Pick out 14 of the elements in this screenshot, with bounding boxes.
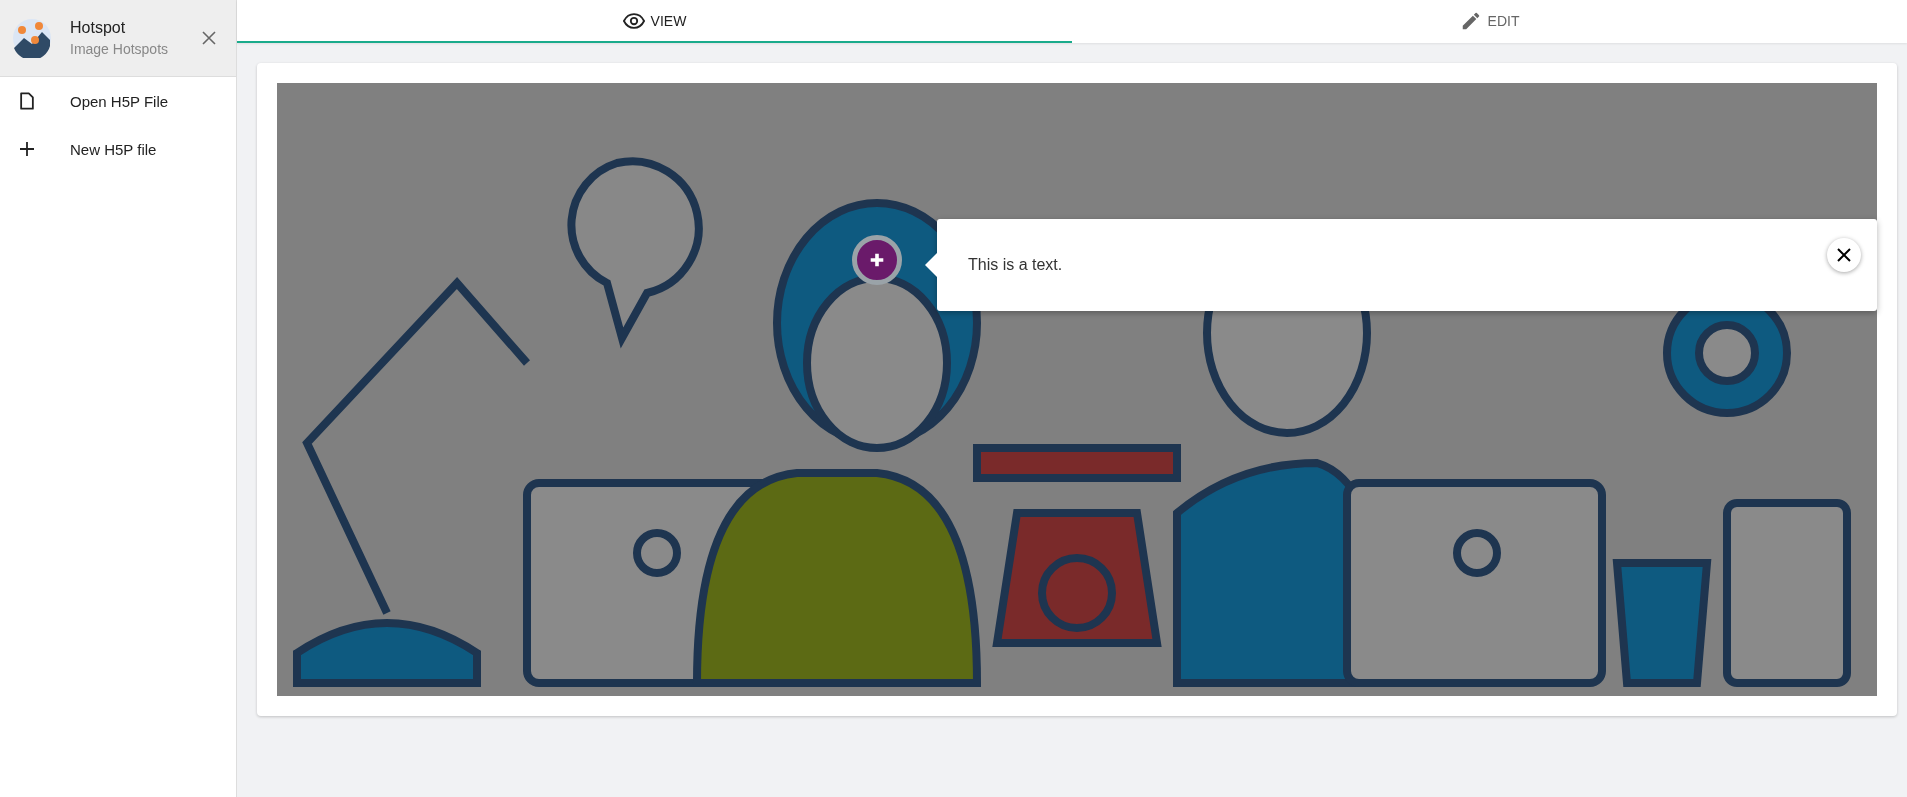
tab[interactable]: EDIT (1072, 0, 1907, 43)
plus-icon (18, 142, 36, 156)
popup-text: This is a text. (968, 256, 1064, 274)
tab[interactable]: VIEW (237, 0, 1072, 43)
menu-item[interactable]: Open H5P File (0, 77, 236, 125)
close-button[interactable] (1827, 238, 1861, 272)
close-icon (1837, 248, 1851, 262)
file-icon (18, 92, 36, 110)
content-title: Hotspot (70, 19, 127, 37)
hotspot-image-icon (12, 18, 52, 58)
content-type: Image Hotspots (70, 41, 170, 57)
menu-item[interactable]: New H5P file (0, 125, 236, 173)
close-icon (202, 31, 216, 45)
plus-icon (868, 251, 886, 269)
